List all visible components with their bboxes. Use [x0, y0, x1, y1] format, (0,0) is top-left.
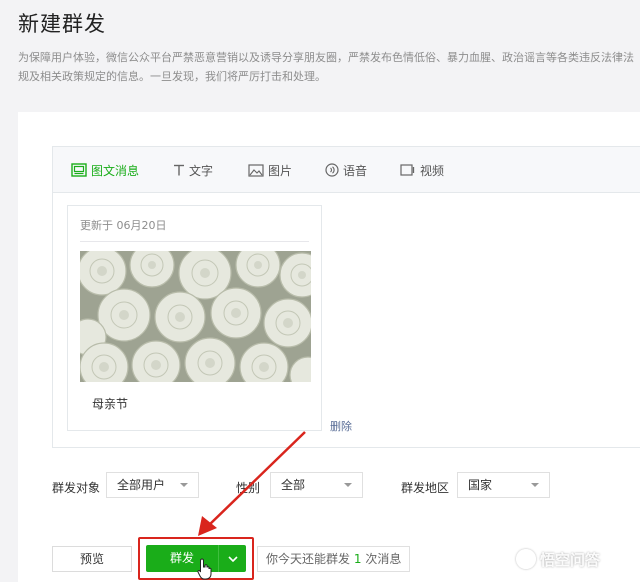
card-divider: [80, 241, 309, 242]
region-label: 群发地区: [401, 481, 450, 495]
watermark-logo-icon: [516, 549, 536, 569]
preview-button[interactable]: 预览: [52, 546, 132, 572]
target-select[interactable]: 全部用户: [106, 472, 199, 498]
tab-image[interactable]: 图片: [248, 161, 292, 179]
target-select-value: 全部用户: [117, 478, 166, 492]
cover-image: [80, 251, 311, 382]
quota-count: 1: [353, 552, 362, 566]
region-select-value: 国家: [468, 478, 493, 492]
tab-video-label: 视频: [420, 163, 445, 178]
target-label: 群发对象: [52, 481, 101, 495]
video-icon: [400, 164, 415, 176]
quota-suffix: 次消息: [365, 552, 402, 566]
tab-voice[interactable]: 语音: [325, 161, 367, 179]
update-date: 更新于 06月20日: [80, 219, 167, 232]
gender-select-value: 全部: [281, 478, 306, 492]
article-card[interactable]: 更新于 06月20日 母亲节: [67, 205, 322, 431]
chevron-down-icon: [531, 483, 539, 487]
watermark-text: 悟空问答: [540, 550, 601, 569]
tab-text[interactable]: 文字: [173, 161, 213, 179]
tab-image-label: 图片: [268, 163, 293, 178]
text-icon: [174, 164, 184, 176]
article-icon: [71, 163, 87, 177]
article-title: 母亲节: [92, 397, 129, 411]
quota-prefix: 你今天还能群发: [266, 552, 351, 566]
gender-select[interactable]: 全部: [270, 472, 363, 498]
tab-article-label: 图文消息: [91, 163, 140, 178]
image-icon: [248, 163, 264, 177]
hand-cursor-icon: [197, 558, 212, 580]
tab-article[interactable]: 图文消息: [71, 161, 139, 179]
chevron-down-icon: [344, 483, 352, 487]
notice-text: 为保障用户体验，微信公众平台严禁恶意营销以及诱导分享朋友圈，严禁发布色情低俗、暴…: [18, 51, 634, 83]
white-roses-photo: [80, 251, 311, 382]
watermark: 悟空问答: [516, 548, 600, 570]
quota-badge: 你今天还能群发 1 次消息: [257, 546, 411, 572]
highlight-box: [138, 537, 254, 580]
message-type-tabs: 图文消息 文字 图片 语音 视频: [53, 147, 640, 193]
tab-voice-label: 语音: [343, 163, 368, 178]
tab-video[interactable]: 视频: [400, 161, 444, 179]
delete-link[interactable]: 删除: [330, 418, 352, 434]
page-title: 新建群发: [18, 12, 106, 36]
region-select[interactable]: 国家: [457, 472, 550, 498]
gender-label: 性别: [236, 481, 261, 495]
voice-icon: [325, 163, 339, 177]
chevron-down-icon: [180, 483, 188, 487]
tab-text-label: 文字: [189, 163, 214, 178]
